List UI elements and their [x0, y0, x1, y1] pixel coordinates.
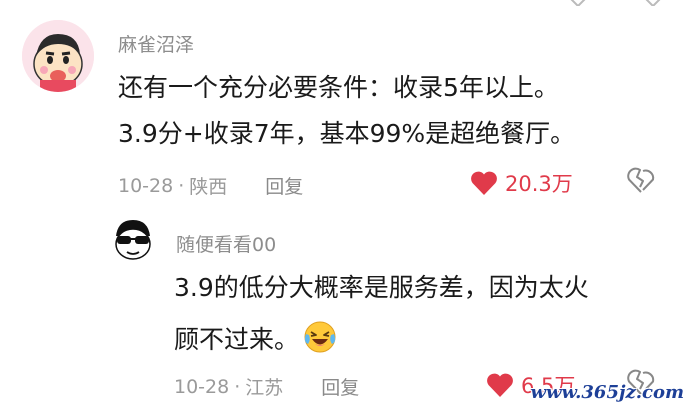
reply-date: 10-28 [174, 375, 230, 398]
broken-heart-icon [627, 167, 655, 193]
reply-username[interactable]: 随便看看00 [176, 230, 276, 257]
laughing-crying-emoji-icon [304, 321, 336, 353]
comment-text-line-1: 还有一个充分必要条件：收录5年以上。 [118, 73, 559, 102]
meta-separator: · [178, 174, 185, 197]
reply-text-line-2: 顾不过来。 [174, 325, 300, 354]
sunglasses-cartoon-avatar-icon [108, 214, 158, 264]
like-count: 20.3万 [505, 172, 573, 196]
reply-text-line-2-container: 顾不过来。 [174, 320, 337, 355]
reply-button[interactable]: 回复 [265, 172, 303, 199]
reply-reply-button[interactable]: 回复 [321, 373, 359, 400]
dislike-button[interactable] [626, 166, 656, 198]
comment-date: 10-28 [118, 174, 174, 197]
heart-icon [487, 373, 513, 397]
heart-icon[interactable] [565, 0, 591, 6]
crayon-shinchan-avatar-icon [22, 20, 94, 92]
comment-meta: 10-28 · 陕西 回复 [118, 172, 303, 199]
heart-icon [471, 171, 497, 195]
avatar[interactable] [22, 20, 94, 92]
username[interactable]: 麻雀沼泽 [118, 30, 194, 57]
reply-meta: 10-28 · 江苏 回复 [174, 373, 359, 400]
reply-text-line-1: 3.9的低分大概率是服务差，因为太火 [174, 273, 589, 302]
comment-location: 陕西 [189, 176, 228, 198]
reply-location: 江苏 [245, 377, 284, 399]
like-button[interactable]: 20.3万 [470, 168, 573, 198]
watermark: www.365jz.com [530, 382, 684, 403]
reply-avatar[interactable] [108, 214, 158, 264]
meta-separator: · [234, 375, 241, 398]
previous-comment-actions [0, 0, 690, 6]
broken-heart-icon[interactable] [640, 0, 666, 6]
comment-text-line-2: 3.9分+收录7年，基本99%是超绝餐厅。 [118, 119, 576, 148]
